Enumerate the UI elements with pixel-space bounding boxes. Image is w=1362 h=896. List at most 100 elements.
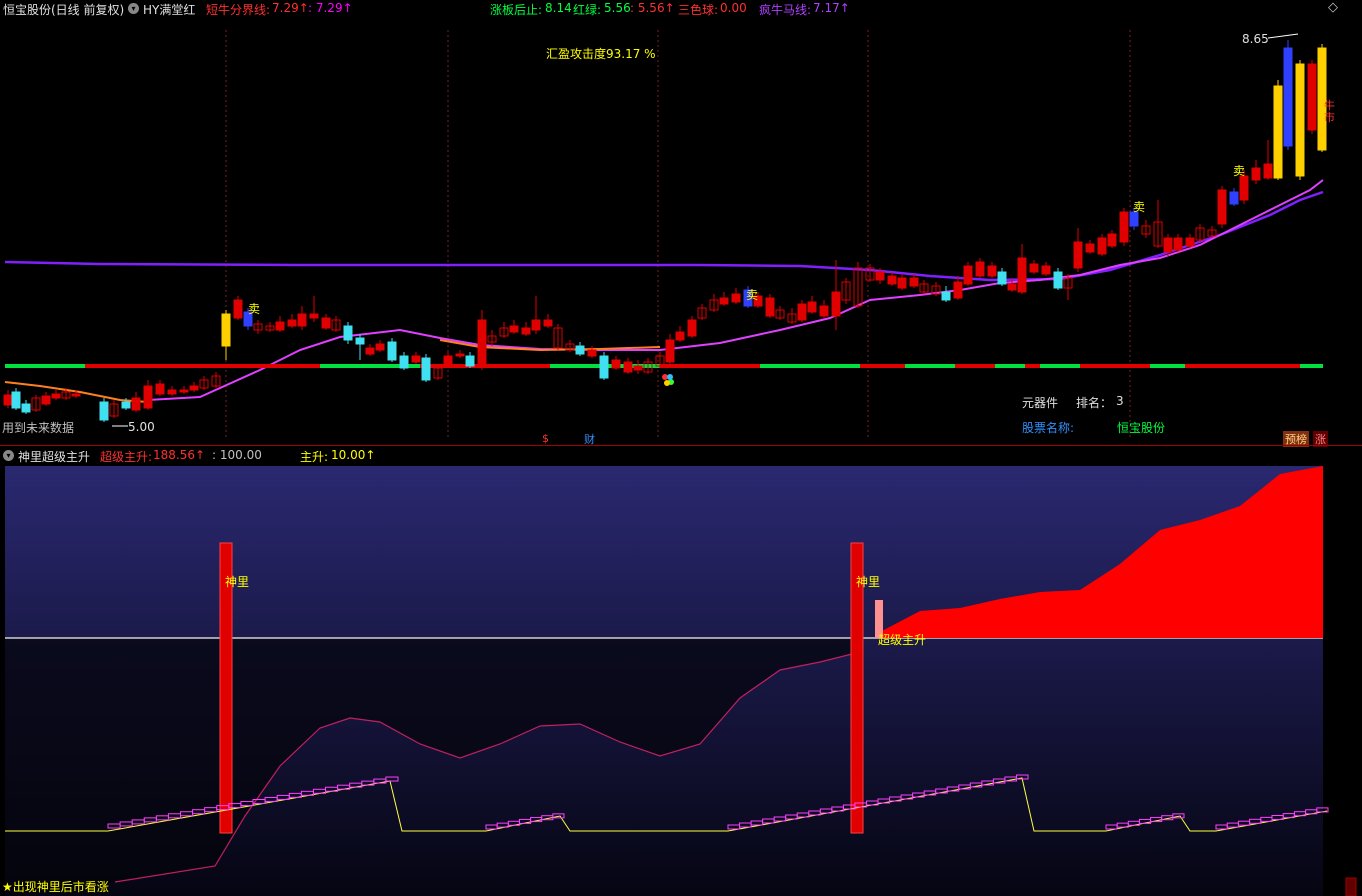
candle-body [543, 319, 553, 327]
candle-body [375, 343, 385, 351]
candle-body [1007, 283, 1017, 291]
tricolor-ball-icon [667, 374, 673, 380]
candle-body [941, 291, 951, 301]
candle-body [1029, 263, 1039, 273]
candle-body [1163, 237, 1173, 253]
tricolor-ball-icon [664, 380, 670, 386]
sell-marker: 卖 [746, 288, 759, 302]
trend-band-segment [1150, 364, 1185, 368]
candle-body [1239, 175, 1249, 201]
rank-label: 排名： [1076, 396, 1113, 410]
candle-body [355, 337, 365, 345]
trend-band-segment [1025, 364, 1040, 368]
candle-body [975, 261, 985, 277]
sector-label: 元器件 [1022, 396, 1059, 410]
candle-body [1295, 63, 1305, 177]
sell-marker: 卖 [1233, 164, 1246, 178]
candle-body [465, 355, 475, 367]
candle-body [875, 271, 885, 281]
trend-band-segment [1300, 364, 1323, 368]
scroll-indicator [1345, 877, 1357, 896]
trend-band-segment [760, 364, 860, 368]
candle-body [1263, 163, 1273, 179]
trend-band-segment [955, 364, 995, 368]
candle-body [887, 275, 897, 285]
candle-body [1307, 63, 1317, 131]
candle-body [819, 305, 829, 317]
trend-band-segment [1185, 364, 1300, 368]
chevron-down-icon[interactable]: ▾ [3, 450, 14, 461]
shenli-marker: 神里 [856, 575, 881, 589]
candle-body [1085, 243, 1095, 253]
level-value: : 100.00 [212, 448, 262, 462]
candle-body [1053, 271, 1063, 289]
candle-body [611, 359, 621, 369]
high-price-label: 8.65 [1242, 32, 1269, 46]
footer-tip: ★出现神里后市看涨 [2, 880, 109, 894]
candle-body [71, 393, 81, 397]
candle-body [531, 319, 541, 331]
candle-body [687, 319, 697, 337]
trend-band-segment [995, 364, 1025, 368]
candle-body [633, 365, 643, 371]
shenli-marker: 神里 [225, 575, 250, 589]
candle-body [987, 265, 997, 277]
candle-body [121, 401, 131, 409]
candle-body [155, 383, 165, 395]
candle-body [287, 319, 297, 327]
candle-body [807, 301, 817, 313]
candle-body [275, 321, 285, 331]
candle-body [297, 313, 307, 327]
candle-body [963, 265, 973, 285]
candle-body [599, 355, 609, 379]
high-price-arrow [1267, 33, 1299, 39]
candle-body [1251, 167, 1261, 181]
candle-body [3, 394, 13, 406]
candle-body [477, 319, 487, 367]
future-data-text: 用到未来数据 [2, 421, 75, 435]
candle-body [1017, 257, 1027, 293]
stock-name-value: 恒宝股份 [1117, 421, 1166, 435]
candle-body [1185, 237, 1195, 247]
candlestick-chart[interactable] [0, 0, 1362, 445]
candle-body [953, 281, 963, 299]
candle-body [1097, 237, 1107, 255]
candle-body [521, 327, 531, 335]
super-rise-label: 超级主升: [100, 450, 153, 464]
lower-panel-title[interactable]: 神里超级主升 [18, 448, 90, 465]
trend-band-segment [135, 364, 230, 368]
candle-body [1229, 191, 1239, 205]
candle-body [909, 277, 919, 287]
candle-body [1273, 85, 1283, 179]
candle-body [1217, 189, 1227, 225]
candle-body [1119, 211, 1129, 243]
candle-body [1283, 47, 1293, 147]
candle-body [797, 303, 807, 321]
candle-body [897, 277, 907, 289]
super-rise-indicator-chart[interactable] [0, 466, 1362, 896]
candle-body [765, 297, 775, 317]
candle-body [179, 389, 189, 393]
trend-band-segment [660, 364, 760, 368]
candle-body [143, 385, 153, 409]
candle-body [831, 291, 841, 317]
trend-band-segment [860, 364, 905, 368]
candle-body [221, 313, 231, 347]
candle-body [575, 345, 585, 355]
candle-body [41, 395, 51, 405]
candle-body [365, 347, 375, 355]
candle-body [665, 339, 675, 363]
main-rise-label: 主升: [300, 450, 329, 464]
candle-body [309, 313, 319, 319]
candle-body [675, 331, 685, 341]
candle-body [167, 389, 177, 395]
bull-market-text: 牛市 [1324, 99, 1335, 124]
candle-body [21, 403, 31, 413]
candle-body [1041, 265, 1051, 275]
lower-panel-header: ▾ 神里超级主升 超级主升: 188.56↑ : 100.00 主升: 10.0… [0, 446, 1362, 466]
low-price-label: 5.00 [128, 420, 155, 434]
main-rise-value: 10.00↑ [331, 448, 376, 462]
candle-body [99, 401, 109, 421]
trend-band-segment [85, 364, 135, 368]
candle-body [719, 297, 729, 305]
